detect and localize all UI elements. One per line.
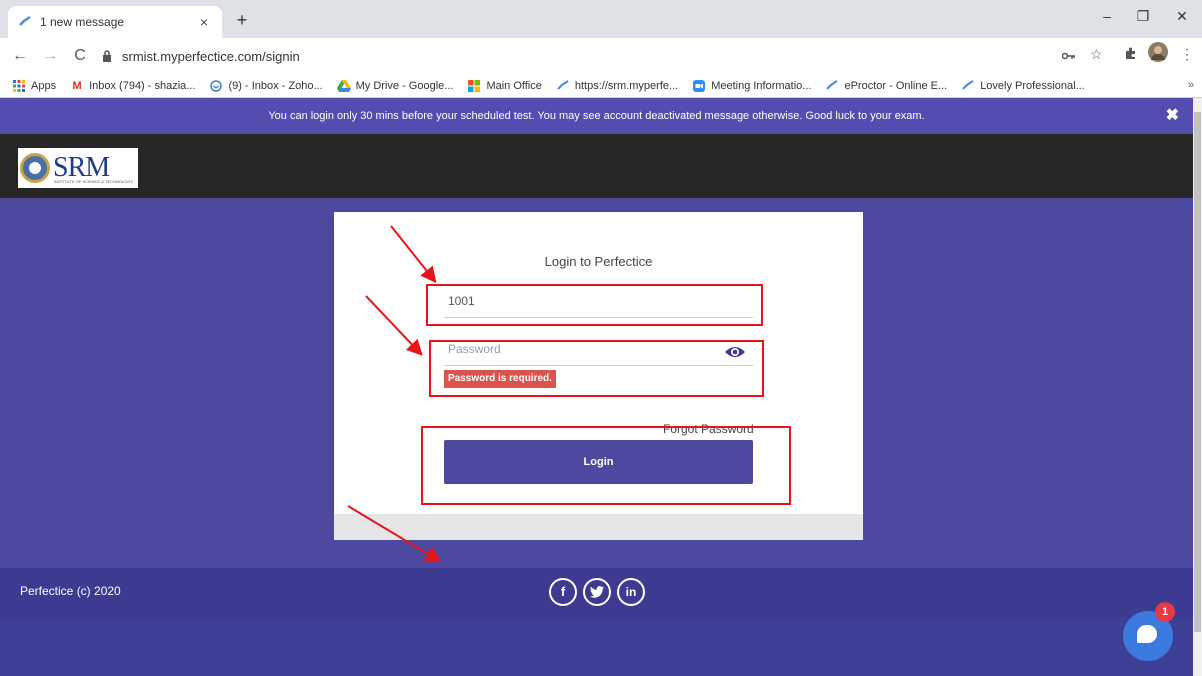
scrollbar-thumb[interactable] (1194, 112, 1201, 632)
copyright-text: Perfectice (c) 2020 (20, 584, 121, 598)
bookmark-gmail[interactable]: M Inbox (794) - shazia... (70, 79, 195, 93)
srm-seal-icon (20, 153, 50, 183)
notice-close-icon[interactable]: ✖ (1166, 98, 1179, 134)
notice-banner: You can login only 30 mins before your s… (0, 98, 1193, 134)
logo-tagline: INSTITUTE OF SCIENCE & TECHNOLOGY (54, 179, 134, 184)
bookmark-label: My Drive - Google... (355, 79, 454, 92)
bookmark-label: Lovely Professional... (980, 79, 1085, 92)
address-bar[interactable]: srmist.myperfectice.com/signin (98, 42, 1098, 70)
annotation-arrow-login (347, 505, 442, 563)
bookmark-label: eProctor - Online E... (844, 79, 948, 92)
annotation-arrow-password (365, 295, 423, 356)
linkedin-icon[interactable]: in (617, 578, 645, 606)
close-window-button[interactable]: ✕ (1172, 8, 1192, 25)
browser-tab[interactable]: 1 new message × (8, 6, 222, 38)
bookmark-zoom-meeting[interactable]: Meeting Informatio... (692, 79, 811, 93)
new-tab-button[interactable]: + (232, 10, 252, 31)
reload-icon[interactable]: C (68, 47, 92, 65)
srm-logo[interactable]: SRM INSTITUTE OF SCIENCE & TECHNOLOGY (18, 148, 138, 188)
bookmarks-more-icon[interactable]: » (1188, 79, 1194, 91)
browser-tab-strip: 1 new message × + – ❐ ✕ (0, 0, 1202, 38)
profile-avatar[interactable] (1148, 42, 1168, 65)
tab-title: 1 new message (40, 15, 125, 29)
key-icon[interactable] (1061, 48, 1076, 64)
bookmark-label: Meeting Informatio... (711, 79, 812, 92)
gmail-icon: M (72, 79, 82, 92)
perfectice-icon (961, 79, 975, 93)
main-content: Login to Perfectice 1001 Password Passwo… (0, 198, 1193, 568)
office-icon (467, 79, 481, 93)
bookmark-srm-perfectice[interactable]: https://srm.myperfe... (556, 79, 678, 93)
extensions-icon[interactable] (1124, 46, 1138, 63)
site-footer: Perfectice (c) 2020 f in (0, 568, 1193, 618)
url-text: srmist.myperfectice.com/signin (122, 48, 300, 64)
bookmark-eproctor[interactable]: eProctor - Online E... (825, 79, 947, 93)
lock-icon (98, 50, 116, 62)
page-scrollbar[interactable] (1193, 98, 1202, 676)
apps-grid-icon (12, 79, 26, 93)
back-arrow-icon[interactable]: ← (8, 47, 32, 65)
chat-notification-badge: 1 (1155, 602, 1175, 622)
bookmark-lovely-professional[interactable]: Lovely Professional... (961, 79, 1085, 93)
zoom-icon (692, 79, 706, 93)
bookmark-label: Apps (31, 79, 57, 92)
twitter-icon[interactable] (583, 578, 611, 606)
logo-text: SRM (53, 152, 110, 183)
address-bar-row: ← → C srmist.myperfectice.com/signin ☆ ⋮ (0, 38, 1202, 74)
bookmark-label: Main Office (486, 79, 542, 92)
notice-text: You can login only 30 mins before your s… (268, 110, 925, 122)
bookmark-main-office[interactable]: Main Office (467, 79, 542, 93)
google-drive-icon (336, 79, 351, 93)
bookmark-label: (9) - Inbox - Zoho... (228, 79, 323, 92)
perfectice-icon (556, 79, 570, 93)
page-viewport: You can login only 30 mins before your s… (0, 98, 1193, 676)
annotation-arrow-username (390, 225, 437, 284)
site-header: SRM INSTITUTE OF SCIENCE & TECHNOLOGY (0, 134, 1193, 198)
facebook-icon[interactable]: f (549, 578, 577, 606)
restore-button[interactable]: ❐ (1133, 8, 1153, 25)
perfectice-favicon-icon (18, 15, 32, 29)
star-icon[interactable]: ☆ (1090, 46, 1103, 63)
bookmark-apps[interactable]: Apps (12, 79, 56, 93)
bookmark-label: Inbox (794) - shazia... (89, 79, 196, 92)
bookmarks-bar: Apps M Inbox (794) - shazia... (9) - Inb… (0, 74, 1202, 98)
annotation-arrows (347, 225, 442, 563)
tab-close-icon[interactable]: × (196, 14, 212, 30)
perfectice-icon (825, 79, 839, 93)
browser-menu-icon[interactable]: ⋮ (1180, 46, 1194, 63)
bookmark-label: https://srm.myperfe... (574, 79, 679, 92)
minimize-button[interactable]: – (1097, 8, 1117, 24)
zoho-mail-icon (209, 79, 223, 93)
bookmark-google-drive[interactable]: My Drive - Google... (336, 79, 454, 93)
bookmark-zoho[interactable]: (9) - Inbox - Zoho... (209, 79, 323, 93)
forward-arrow-icon[interactable]: → (38, 47, 62, 65)
